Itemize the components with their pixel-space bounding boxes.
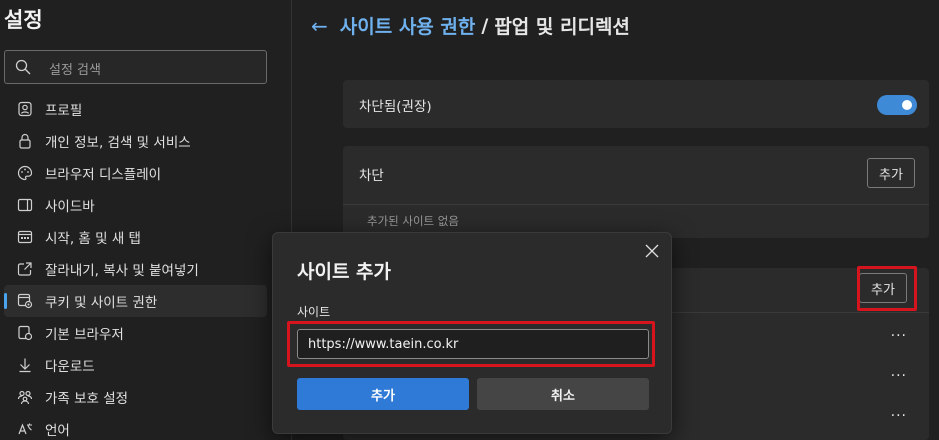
sidebar-item-profile[interactable]: 프로필 [0, 93, 270, 125]
sidebar-item-label: 브라우저 디스플레이 [45, 167, 162, 183]
block-section: 차단 추가 추가된 사이트 없음 [343, 146, 929, 238]
site-field-label: 사이트 [297, 305, 331, 319]
divider [343, 204, 929, 205]
sidebar-item-start-home[interactable]: 시작, 홈 및 새 탭 [0, 221, 270, 253]
share-icon [17, 262, 32, 276]
sidebar-item-label: 쿠키 및 사이트 권한 [45, 295, 158, 311]
browser-icon [18, 325, 33, 341]
sidebar-item-cookies-permissions[interactable]: 쿠키 및 사이트 권한 [4, 285, 267, 317]
dialog-cancel-button[interactable]: 취소 [477, 378, 649, 410]
block-empty-text: 추가된 사이트 없음 [367, 214, 459, 228]
breadcrumb: ← 사이트 사용 권한 / 팝업 및 리디렉션 [311, 12, 630, 39]
sidebar-item-label: 가족 보호 설정 [45, 391, 129, 407]
sidebar-icon [17, 198, 33, 212]
sidebar-item-privacy[interactable]: 개인 정보, 검색 및 서비스 [0, 125, 270, 157]
sidebar-item-cut-copy-paste[interactable]: 잘라내기, 복사 및 붙여넣기 [0, 253, 270, 285]
add-site-dialog: 사이트 추가 사이트 추가 취소 [272, 232, 672, 434]
sidebar-item-default-browser[interactable]: 기본 브라우저 [0, 317, 270, 349]
search-box[interactable]: 설정 검색 [4, 50, 267, 84]
blocked-recommended-row: 차단됨(권장) [343, 80, 929, 128]
sidebar-item-family[interactable]: 가족 보호 설정 [0, 381, 270, 413]
blocked-recommended-label: 차단됨(권장) [359, 99, 432, 115]
cookie-settings-icon [17, 293, 33, 309]
lock-icon [19, 133, 31, 149]
sidebar-item-language[interactable]: 언어 [0, 413, 270, 440]
sidebar-item-label: 사이드바 [45, 199, 95, 215]
more-options-button[interactable]: ··· [891, 368, 907, 384]
sidebar-item-label: 언어 [45, 423, 70, 439]
search-icon [15, 59, 31, 75]
breadcrumb-parent-link[interactable]: 사이트 사용 권한 [340, 12, 476, 39]
block-add-button[interactable]: 추가 [867, 158, 915, 188]
search-placeholder: 설정 검색 [49, 63, 101, 78]
sidebar: 설정 설정 검색 프로필 개인 정보, 검색 및 서비스 브라우저 디스플레이 … [0, 0, 292, 440]
sidebar-item-display[interactable]: 브라우저 디스플레이 [0, 157, 270, 189]
back-arrow-icon[interactable]: ← [311, 14, 328, 38]
allow-add-button[interactable]: 추가 [859, 273, 907, 303]
profile-icon [18, 101, 32, 117]
language-icon [18, 423, 32, 435]
breadcrumb-separator: / [481, 14, 489, 37]
home-icon [17, 230, 33, 244]
close-icon[interactable] [643, 242, 661, 260]
dialog-title: 사이트 추가 [297, 261, 392, 283]
more-options-button[interactable]: ··· [891, 408, 907, 424]
sidebar-item-sidebar[interactable]: 사이드바 [0, 189, 270, 221]
sidebar-item-label: 프로필 [45, 103, 83, 119]
family-icon [17, 390, 33, 405]
sidebar-item-label: 기본 브라우저 [45, 327, 124, 343]
sidebar-item-label: 개인 정보, 검색 및 서비스 [45, 135, 191, 151]
blocked-recommended-toggle[interactable] [877, 95, 917, 115]
block-section-label: 차단 [359, 168, 384, 184]
sidebar-item-downloads[interactable]: 다운로드 [0, 349, 270, 381]
sidebar-item-label: 시작, 홈 및 새 탭 [45, 231, 141, 247]
sidebar-item-label: 다운로드 [45, 359, 95, 375]
palette-icon [17, 165, 33, 181]
sidebar-nav: 프로필 개인 정보, 검색 및 서비스 브라우저 디스플레이 사이드바 시작, … [0, 93, 270, 440]
download-icon [19, 358, 31, 373]
app-title: 설정 [4, 8, 43, 32]
site-url-input[interactable] [297, 329, 649, 359]
page-title: 팝업 및 리디렉션 [494, 16, 630, 38]
dialog-add-button[interactable]: 추가 [297, 378, 469, 410]
more-options-button[interactable]: ··· [891, 328, 907, 344]
sidebar-item-label: 잘라내기, 복사 및 붙여넣기 [45, 263, 199, 279]
